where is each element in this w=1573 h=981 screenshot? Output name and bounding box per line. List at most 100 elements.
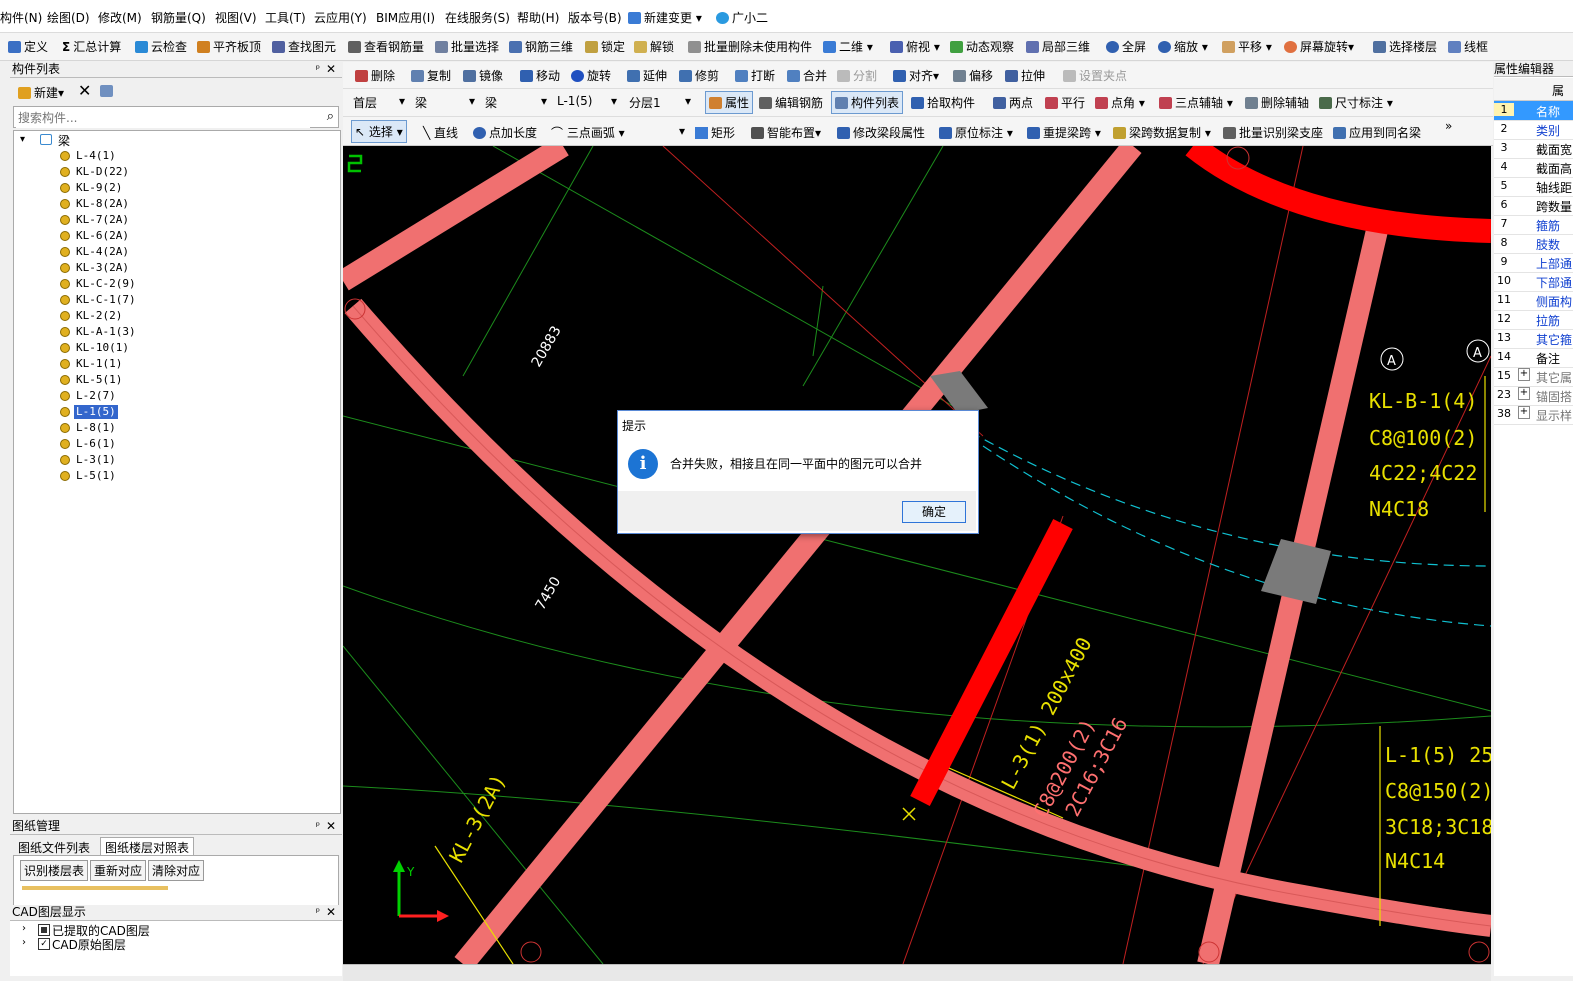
column[interactable]	[1261, 539, 1331, 604]
menu-help[interactable]: 帮助(H)	[517, 9, 559, 26]
close-icon[interactable]: ✕	[326, 905, 336, 920]
menu-modify[interactable]: 修改(M)	[98, 9, 142, 26]
tb-batch-select[interactable]: 批量选择	[435, 38, 499, 55]
tb-merge[interactable]: 合并	[787, 67, 827, 84]
tb-rotate[interactable]: 旋转	[571, 67, 611, 84]
drawing-canvas[interactable]: 20883 7450 A A Y KL-3(2A) L-3(1) 200x400…	[343, 146, 1491, 964]
subtype-select[interactable]: 梁 ▾	[485, 94, 547, 111]
tb-2d[interactable]: 二维 ▾	[823, 38, 873, 55]
layer-select[interactable]: 分层1 ▾	[629, 94, 691, 111]
tb-inplace-annotation[interactable]: 原位标注 ▾	[939, 124, 1013, 141]
property-row[interactable]: 10 下部通	[1494, 272, 1573, 292]
tb-wireframe[interactable]: 线框	[1448, 38, 1488, 55]
remap-button[interactable]: 重新对应	[90, 860, 147, 881]
layer-checkbox[interactable]: ✓	[38, 938, 50, 950]
expand-icon[interactable]: ›	[22, 937, 26, 948]
property-row[interactable]: 7 箍筋	[1494, 215, 1573, 235]
tb-smart-layout[interactable]: 智能布置▾	[751, 124, 821, 141]
property-row[interactable]: 6 跨数量	[1494, 196, 1573, 216]
menu-component[interactable]: 构件(N)	[0, 9, 42, 26]
tb-grip[interactable]: 设置夹点	[1063, 67, 1127, 84]
clear-mapping-button[interactable]: 清除对应	[148, 860, 205, 881]
menu-new-change[interactable]: 新建变更 ▾	[628, 9, 702, 26]
tree-item[interactable]: KL-2(2)	[74, 309, 124, 323]
tb-lock[interactable]: 锁定	[585, 38, 625, 55]
tb-extend[interactable]: 延伸	[627, 67, 667, 84]
tb-trim[interactable]: 修剪	[679, 67, 719, 84]
identify-floor-table-button[interactable]: 识别楼层表	[20, 860, 89, 881]
ok-button[interactable]: 确定	[902, 501, 966, 523]
tb-three-point-axis[interactable]: 三点辅轴 ▾	[1159, 94, 1233, 111]
tb-re-span[interactable]: 重提梁跨 ▾	[1027, 124, 1101, 141]
tb-fullscreen[interactable]: 全屏	[1106, 38, 1146, 55]
layer-original[interactable]: CAD原始图层	[52, 936, 126, 953]
tree-item[interactable]: L-6(1)	[74, 437, 118, 451]
tb-span-copy[interactable]: 梁跨数据复制 ▾	[1113, 124, 1211, 141]
tree-item[interactable]: KL-8(2A)	[74, 197, 131, 211]
tb-mirror[interactable]: 镜像	[463, 67, 503, 84]
property-row[interactable]: 14 备注	[1494, 348, 1573, 368]
tree-root[interactable]: 梁	[58, 132, 70, 149]
tb-stretch[interactable]: 拉伸	[1005, 67, 1045, 84]
tb-apply-same-name[interactable]: 应用到同名梁	[1333, 124, 1421, 141]
close-icon[interactable]: ✕	[326, 819, 336, 834]
menu-draw[interactable]: 绘图(D)	[47, 9, 90, 26]
menu-assistant[interactable]: 广小二	[716, 9, 768, 26]
tb-parallel[interactable]: 平行	[1045, 94, 1085, 111]
pin-icon[interactable]: ᵖ	[316, 62, 320, 77]
tb-component-list[interactable]: 构件列表	[831, 91, 904, 114]
tb-batch-support[interactable]: 批量识别梁支座	[1223, 124, 1323, 141]
search-icon[interactable]: ⌕	[327, 109, 334, 124]
tb-unlock[interactable]: 解锁	[634, 38, 674, 55]
tab-drawing-files[interactable]: 图纸文件列表	[18, 839, 90, 856]
property-row[interactable]: 1 名称	[1494, 101, 1573, 121]
tb-rebar-3d[interactable]: 钢筋三维	[509, 38, 573, 55]
pin-icon[interactable]: ᵖ	[316, 905, 320, 920]
property-row[interactable]: 9 上部通	[1494, 253, 1573, 273]
tree-item[interactable]: KL-6(2A)	[74, 229, 131, 243]
tree-item[interactable]: KL-5(1)	[74, 373, 124, 387]
property-row[interactable]: 13 其它箍	[1494, 329, 1573, 349]
expand-icon[interactable]: +	[1518, 406, 1530, 419]
tb-top-view[interactable]: 俯视 ▾	[890, 38, 940, 55]
tb-two-points[interactable]: 两点	[993, 94, 1033, 111]
tb-dropdown[interactable]: ▾	[679, 124, 685, 138]
tree-item[interactable]: L-3(1)	[74, 453, 118, 467]
property-row[interactable]: 3 截面宽	[1494, 139, 1573, 159]
tb-edit-rebar[interactable]: 编辑钢筋	[759, 94, 823, 111]
tab-floor-mapping[interactable]: 图纸楼层对照表	[100, 837, 195, 857]
property-row[interactable]: 23 + 锚固搭	[1494, 386, 1573, 406]
menu-cloud[interactable]: 云应用(Y)	[314, 9, 367, 26]
collapse-icon[interactable]: ▾	[20, 134, 25, 145]
tree-item[interactable]: L-5(1)	[74, 469, 118, 483]
tb-line[interactable]: ╲ 直线	[423, 124, 458, 141]
layer-checkbox[interactable]	[38, 924, 50, 936]
expand-icon[interactable]: +	[1518, 368, 1530, 381]
tb-cloud-check[interactable]: 云检查	[135, 38, 187, 55]
tb-point-angle[interactable]: 点角 ▾	[1095, 94, 1145, 111]
delete-icon[interactable]: ✕	[78, 81, 91, 100]
property-row[interactable]: 4 截面高	[1494, 158, 1573, 178]
tb-align-top[interactable]: 平齐板顶	[197, 38, 261, 55]
tree-item[interactable]: KL-4(2A)	[74, 245, 131, 259]
tree-item[interactable]: KL-C-1(7)	[74, 293, 138, 307]
tb-pick-component[interactable]: 拾取构件	[911, 94, 975, 111]
tree-item[interactable]: L-8(1)	[74, 421, 118, 435]
expand-icon[interactable]: +	[1518, 387, 1530, 400]
property-row[interactable]: 8 肢数	[1494, 234, 1573, 254]
tb-pan[interactable]: 平移 ▾	[1222, 38, 1272, 55]
tb-find[interactable]: 查找图元	[272, 38, 336, 55]
component-select[interactable]: L-1(5) ▾	[557, 94, 617, 108]
tb-orbit[interactable]: 动态观察	[950, 38, 1014, 55]
tb-local-3d[interactable]: 局部三维	[1026, 38, 1090, 55]
menu-rebar[interactable]: 钢筋量(Q)	[151, 9, 206, 26]
tb-select[interactable]: ↖ 选择 ▾	[351, 120, 407, 143]
tb-properties[interactable]: 属性	[705, 91, 754, 114]
tb-view-rebar[interactable]: 查看钢筋量	[348, 38, 424, 55]
tree-item[interactable]: KL-1(1)	[74, 357, 124, 371]
menu-view[interactable]: 视图(V)	[215, 9, 257, 26]
tb-rotate-screen[interactable]: 屏幕旋转▾	[1284, 38, 1354, 55]
tb-three-point-arc[interactable]: ⌒ 三点画弧 ▾	[551, 124, 625, 141]
property-row[interactable]: 12 拉筋	[1494, 310, 1573, 330]
tb-modify-span[interactable]: 修改梁段属性	[837, 124, 925, 141]
